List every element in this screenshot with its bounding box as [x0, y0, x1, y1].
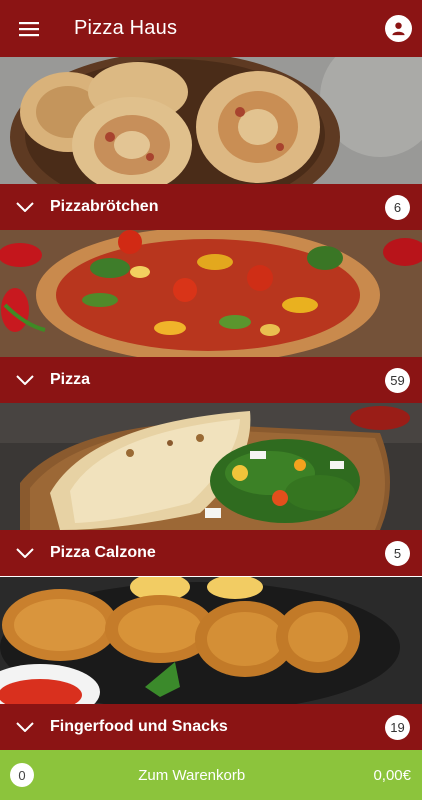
cart-total: 0,00€	[373, 766, 411, 784]
chevron-down-icon	[16, 548, 34, 558]
item-count-badge: 59	[385, 367, 410, 393]
item-count-badge: 19	[385, 714, 410, 740]
category-label: Pizza Calzone	[50, 544, 156, 561]
category-header[interactable]: Pizza Calzone 5	[0, 530, 422, 576]
category-header[interactable]: Pizzabrötchen 6	[0, 184, 422, 230]
category-header[interactable]: Fingerfood und Snacks 19	[0, 704, 422, 750]
cart-label: Zum Warenkorb	[138, 766, 246, 784]
category-image[interactable]	[0, 577, 422, 704]
category-label: Pizza	[50, 371, 91, 388]
menu-button[interactable]	[0, 0, 58, 57]
app-title: Pizza Haus	[74, 17, 178, 39]
category-image[interactable]	[0, 57, 422, 184]
chevron-down-icon	[16, 202, 34, 212]
category-label: Pizzabrötchen	[50, 198, 159, 215]
chevron-down-icon	[16, 722, 34, 732]
cart-button[interactable]: 0 Zum Warenkorb 0,00€	[0, 750, 422, 800]
category-header[interactable]: Pizza 59	[0, 357, 422, 403]
category-image[interactable]	[0, 230, 422, 357]
item-count-badge: 5	[385, 540, 410, 566]
app-bar: Pizza Haus	[0, 0, 422, 57]
item-count-badge: 6	[385, 194, 410, 220]
user-profile-icon	[392, 22, 405, 36]
hamburger-menu-icon	[19, 21, 39, 36]
category-label: Fingerfood und Snacks	[50, 718, 228, 735]
profile-button[interactable]	[385, 15, 412, 42]
chevron-down-icon	[16, 375, 34, 385]
category-image[interactable]	[0, 403, 422, 530]
